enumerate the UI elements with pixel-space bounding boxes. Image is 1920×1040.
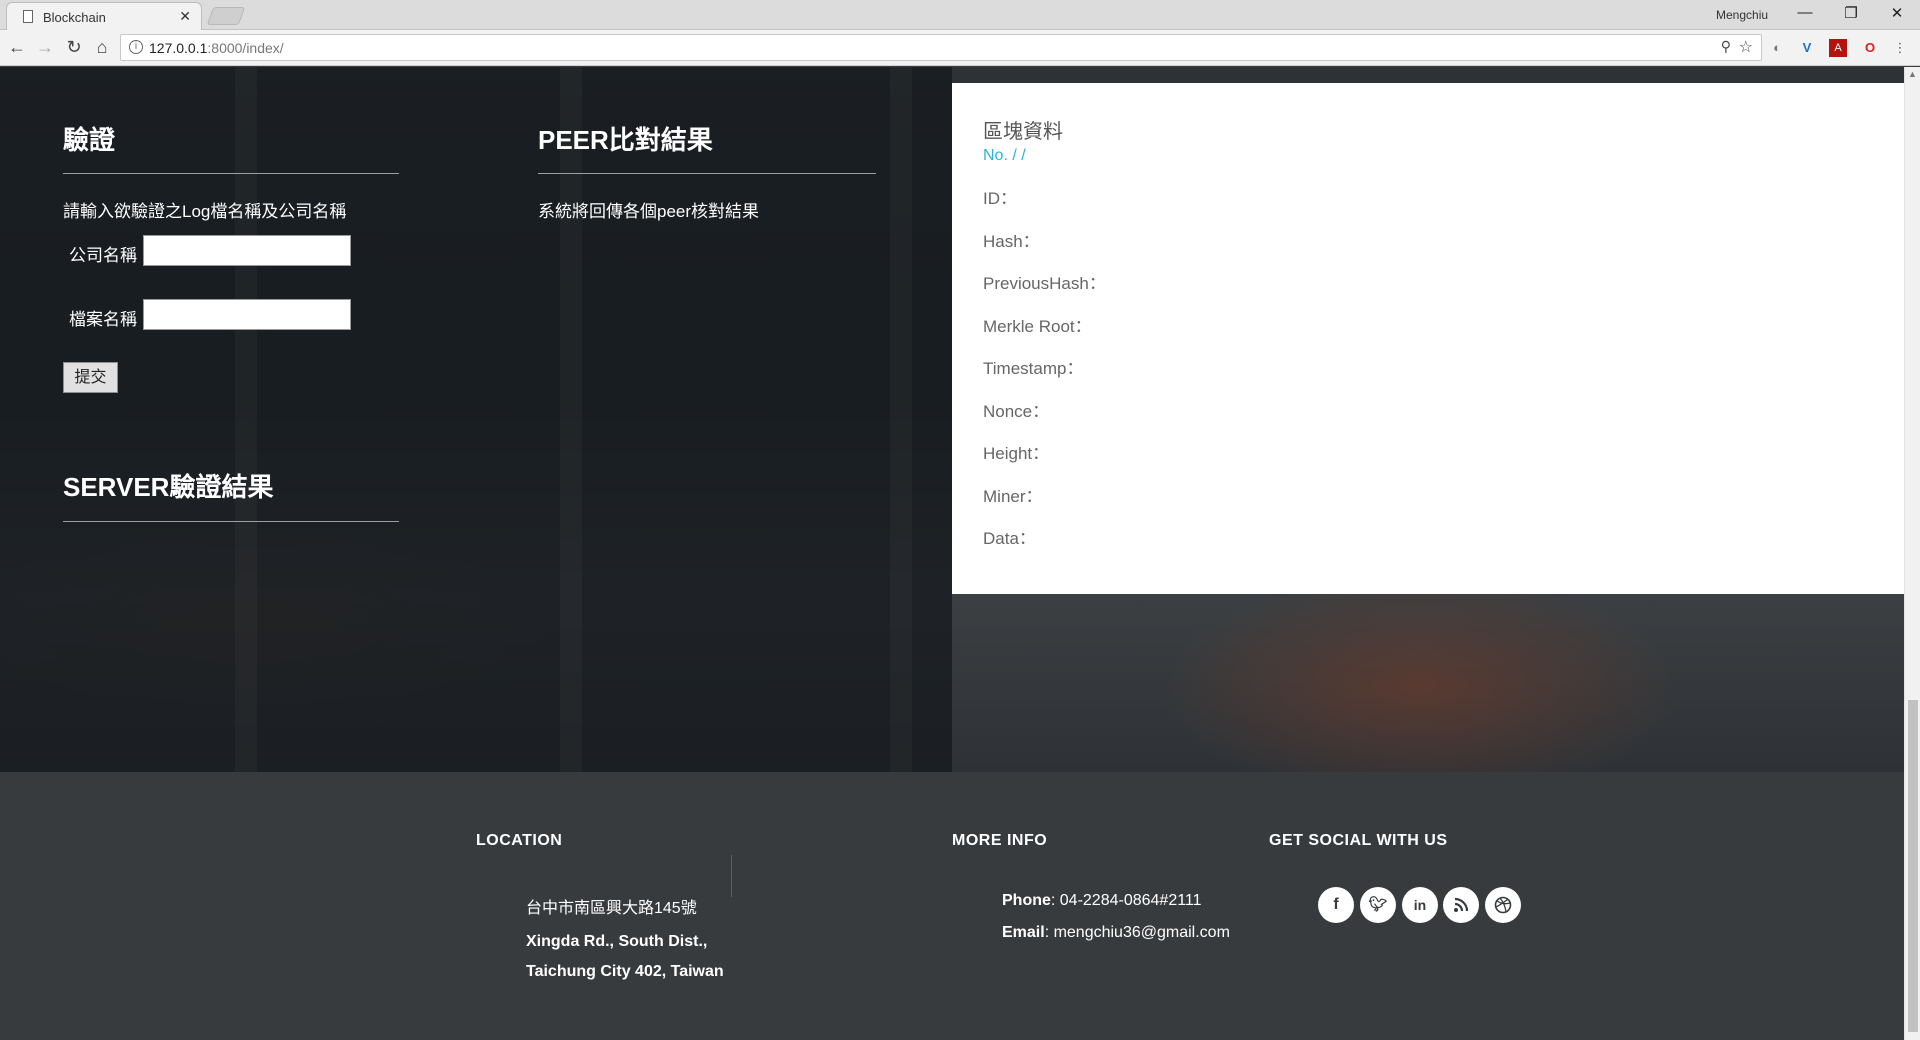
address-en-line-2: Taichung City 402, Taiwan xyxy=(526,963,724,980)
page-icon xyxy=(23,10,33,23)
scroll-up-icon[interactable]: ▲ xyxy=(1908,69,1917,79)
twitter-icon[interactable]: 🐦︎ xyxy=(1360,887,1396,923)
company-label: 公司名稱 xyxy=(69,246,137,265)
location-heading: LOCATION xyxy=(476,832,563,849)
new-tab-button[interactable] xyxy=(206,7,246,25)
dribbble-icon[interactable] xyxy=(1485,887,1521,923)
email-line[interactable]: Email: mengchiu36@gmail.com xyxy=(1002,924,1230,942)
submit-button[interactable]: 提交 xyxy=(63,362,118,393)
restore-button[interactable]: ❐ xyxy=(1831,4,1871,22)
block-field-hash: Hash： xyxy=(983,232,1040,251)
menu-icon[interactable]: ⋮ xyxy=(1891,39,1909,57)
verify-instruction: 請輸入欲驗證之Log檔名稱及公司名稱 xyxy=(63,202,347,221)
verify-panel: 驗證 請輸入欲驗證之Log檔名稱及公司名稱 公司名稱 檔案名稱 提交 SERVE… xyxy=(0,67,952,772)
block-field-data: Data： xyxy=(983,529,1036,548)
divider xyxy=(63,173,399,174)
hero-background: 驗證 請輸入欲驗證之Log檔名稱及公司名稱 公司名稱 檔案名稱 提交 SERVE… xyxy=(0,67,1904,772)
address-zh: 台中市南區興大路145號 xyxy=(526,900,697,917)
peer-description: 系統將回傳各個peer核對結果 xyxy=(538,202,760,221)
block-field-timestamp: Timestamp： xyxy=(983,359,1084,378)
divider xyxy=(731,855,732,897)
address-en-line-1: Xingda Rd., South Dist., xyxy=(526,933,708,950)
home-icon[interactable]: ⌂ xyxy=(91,37,113,58)
browser-tab[interactable]: Blockchain ✕ xyxy=(6,2,202,30)
block-title: 區塊資料 xyxy=(983,121,1063,143)
info-icon[interactable]: i xyxy=(129,40,143,54)
url-text[interactable]: 127.0.0.1:8000/index/ xyxy=(149,40,284,56)
server-result-title: SERVER驗證結果 xyxy=(63,472,274,502)
opera-extension-icon[interactable]: O xyxy=(1861,39,1879,57)
vimeo-extension-icon[interactable]: V xyxy=(1798,39,1816,57)
block-field-height: Height： xyxy=(983,444,1050,463)
rss-icon[interactable] xyxy=(1443,887,1479,923)
block-field-miner: Miner： xyxy=(983,487,1043,506)
linkedin-icon[interactable]: in xyxy=(1402,887,1438,923)
more-info-heading: MORE INFO xyxy=(952,832,1048,849)
bookmark-star-icon[interactable]: ☆ xyxy=(1739,37,1753,57)
facebook-icon[interactable]: f xyxy=(1318,887,1354,923)
peer-title: PEER比對結果 xyxy=(538,125,713,155)
scrollbar-thumb[interactable] xyxy=(1908,700,1918,1032)
back-icon[interactable]: ← xyxy=(6,37,28,58)
block-data-card: 區塊資料 No. / / ID： Hash： PreviousHash： Mer… xyxy=(952,83,1904,594)
block-field-id: ID： xyxy=(983,189,1017,208)
browser-tab-strip: Blockchain ✕ Mengchiu — ❐ ✕ xyxy=(0,0,1920,30)
block-field-nonce: Nonce： xyxy=(983,402,1050,421)
reload-icon[interactable]: ↻ xyxy=(63,37,85,58)
file-input[interactable] xyxy=(143,299,351,330)
file-label: 檔案名稱 xyxy=(69,310,137,329)
block-field-merkle-root: Merkle Root： xyxy=(983,317,1092,336)
zoom-icon[interactable]: ⚲ xyxy=(1721,38,1731,55)
page-content: 驗證 請輸入欲驗證之Log檔名稱及公司名稱 公司名稱 檔案名稱 提交 SERVE… xyxy=(0,67,1904,1040)
forward-icon[interactable]: → xyxy=(34,37,56,58)
footer: LOCATION 台中市南區興大路145號 Xingda Rd., South … xyxy=(0,772,1904,1040)
extension-icon[interactable]: ◐ xyxy=(1768,39,1786,57)
address-bar[interactable]: i 127.0.0.1:8000/index/ ⚲ ☆ xyxy=(120,34,1762,61)
close-window-button[interactable]: ✕ xyxy=(1877,4,1917,22)
social-heading: GET SOCIAL WITH US xyxy=(1269,832,1448,849)
tab-title: Blockchain xyxy=(43,10,106,25)
tab-close-icon[interactable]: ✕ xyxy=(179,8,191,25)
minimize-button[interactable]: — xyxy=(1785,4,1825,21)
pdf-extension-icon[interactable]: A xyxy=(1829,39,1847,57)
divider xyxy=(63,521,399,522)
profile-name[interactable]: Mengchiu xyxy=(1716,8,1768,22)
block-number: No. / / xyxy=(983,147,1026,164)
block-field-previous-hash: PreviousHash： xyxy=(983,274,1106,293)
divider xyxy=(538,173,876,174)
browser-toolbar: ← → ↻ ⌂ i 127.0.0.1:8000/index/ ⚲ ☆ ◐ V … xyxy=(0,30,1920,66)
verify-title: 驗證 xyxy=(63,125,116,155)
phone-line: Phone: 04-2284-0864#2111 xyxy=(1002,892,1202,909)
page-scrollbar[interactable]: ▲ xyxy=(1904,67,1920,1040)
company-input[interactable] xyxy=(143,235,351,266)
